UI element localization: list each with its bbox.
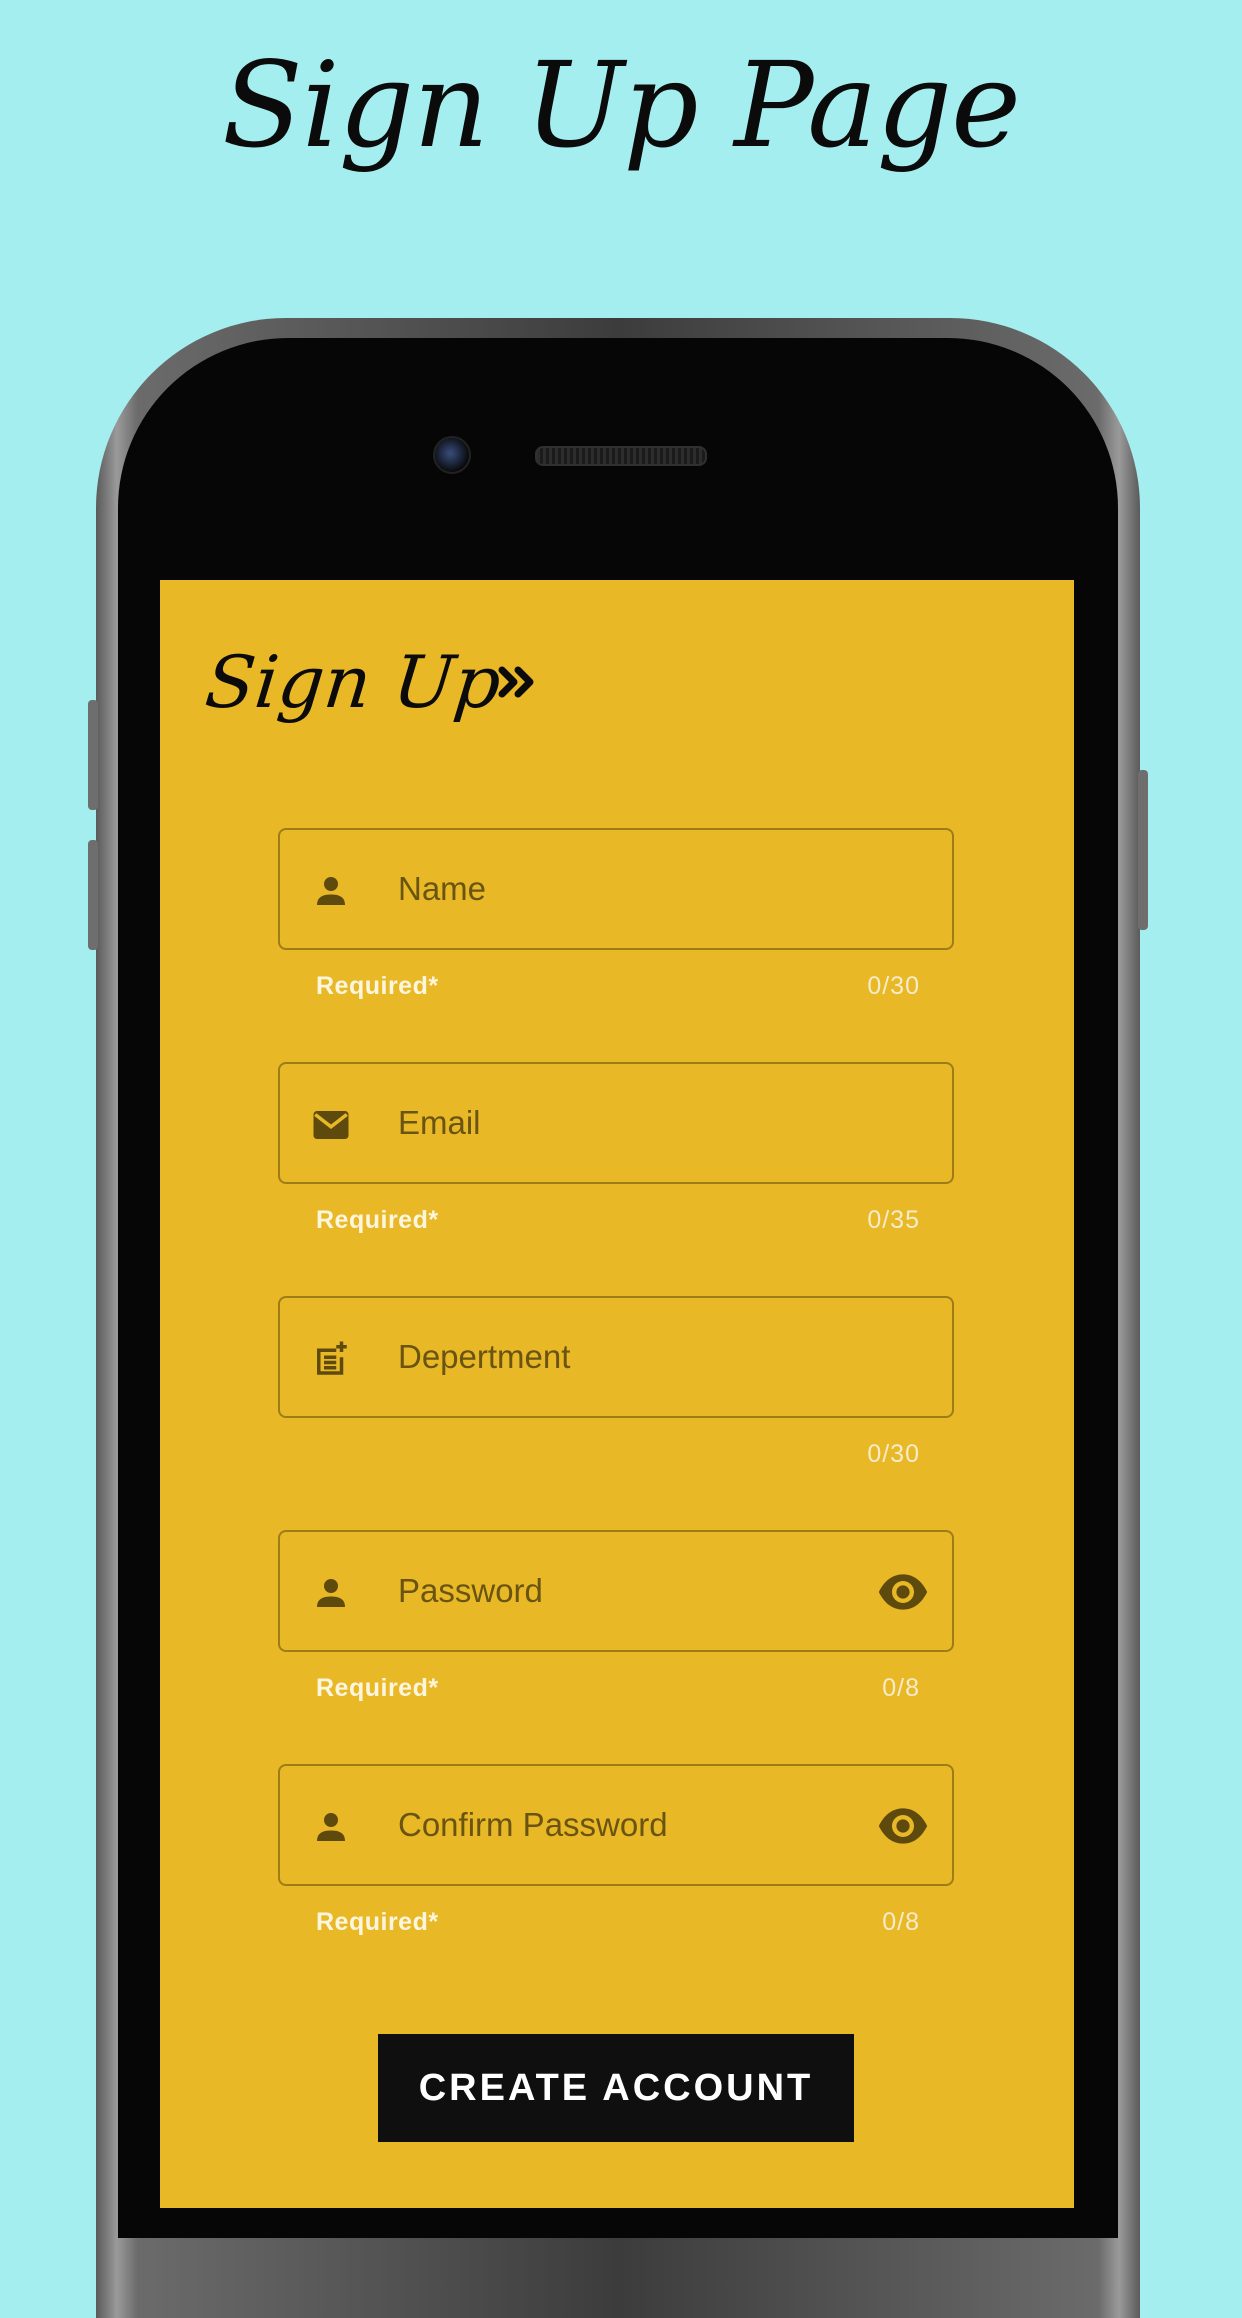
password-helper-text: Required*: [316, 1674, 439, 1702]
page-heading: Sign Up Page: [222, 36, 1021, 174]
post-add-icon: [317, 1341, 347, 1375]
phone-volume-down-button: [88, 840, 98, 950]
name-helper-text: Required*: [316, 972, 439, 1000]
eye-icon[interactable]: [876, 1570, 930, 1614]
password-field[interactable]: [278, 1530, 954, 1652]
name-field[interactable]: [278, 828, 954, 950]
email-helper-text: Required*: [316, 1206, 439, 1234]
password-input[interactable]: [398, 1532, 838, 1650]
email-char-counter: 0/35: [867, 1206, 920, 1234]
department-field[interactable]: [278, 1296, 954, 1418]
department-char-counter: 0/30: [867, 1440, 920, 1468]
phone-power-button: [1138, 770, 1148, 930]
password-char-counter: 0/8: [882, 1674, 920, 1702]
phone-volume-up-button: [88, 700, 98, 810]
screen-title: Sign Up: [201, 640, 505, 724]
mail-icon: [313, 1111, 349, 1139]
email-input[interactable]: [398, 1064, 838, 1182]
department-input[interactable]: [398, 1298, 838, 1416]
app-screen: Sign Up Required* 0/30 Required* 0/35: [160, 580, 1074, 2208]
double-chevron-right-icon[interactable]: [496, 660, 540, 704]
confirm-password-helper-text: Required*: [316, 1908, 439, 1936]
earpiece-speaker: [535, 446, 707, 466]
create-account-button[interactable]: CREATE ACCOUNT: [378, 2034, 854, 2142]
person-icon: [317, 1813, 345, 1841]
confirm-password-char-counter: 0/8: [882, 1908, 920, 1936]
person-icon: [317, 877, 345, 905]
confirm-password-field[interactable]: [278, 1764, 954, 1886]
eye-icon[interactable]: [876, 1804, 930, 1848]
confirm-password-input[interactable]: [398, 1766, 838, 1884]
front-camera: [433, 436, 471, 474]
name-char-counter: 0/30: [867, 972, 920, 1000]
email-field[interactable]: [278, 1062, 954, 1184]
name-input[interactable]: [398, 830, 838, 948]
person-icon: [317, 1579, 345, 1607]
